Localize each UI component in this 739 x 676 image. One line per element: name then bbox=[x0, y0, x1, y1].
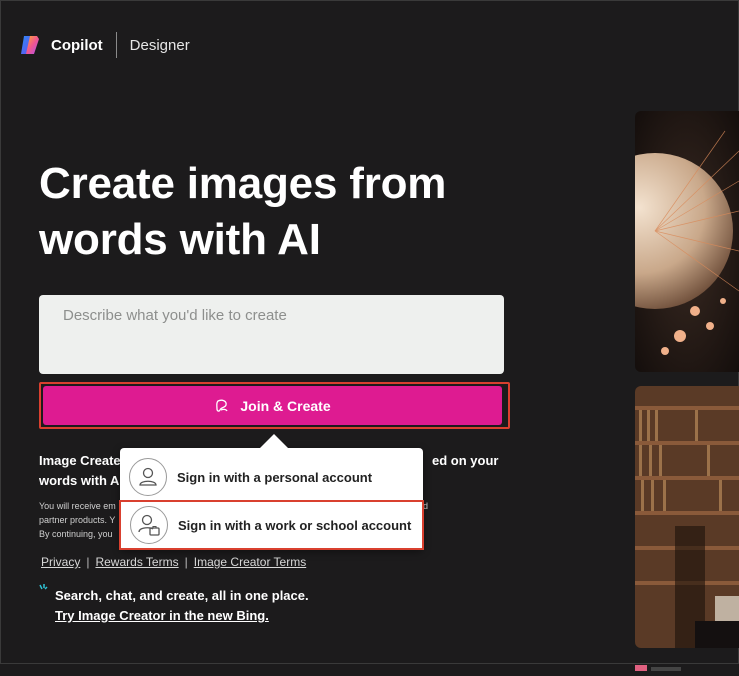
sparkle-icon bbox=[39, 584, 48, 590]
link-separator: | bbox=[86, 555, 90, 569]
signin-work-label: Sign in with a work or school account bbox=[178, 517, 412, 533]
title-line-2: words with AI bbox=[39, 215, 321, 264]
sample-image-library[interactable] bbox=[635, 386, 739, 648]
product-name: Designer bbox=[129, 36, 190, 54]
join-create-button[interactable]: Join & Create bbox=[43, 386, 502, 425]
rewards-terms-link[interactable]: Rewards Terms bbox=[95, 555, 178, 569]
info-title-left: Image Create bbox=[39, 453, 121, 468]
link-separator: | bbox=[184, 555, 188, 569]
work-account-icon bbox=[130, 506, 168, 544]
brand-header[interactable]: Copilot Designer bbox=[18, 32, 190, 58]
info-title-line2: words with A bbox=[39, 473, 120, 488]
orb-artwork bbox=[635, 111, 739, 372]
info-title-right: ed on your bbox=[432, 453, 499, 468]
library-artwork bbox=[635, 386, 739, 648]
footer-links: Privacy | Rewards Terms | Image Creator … bbox=[41, 555, 306, 569]
page-title: Create images from words with AI bbox=[39, 156, 559, 268]
sample-image-orb[interactable] bbox=[635, 111, 739, 372]
bing-promo: Search, chat, and create, all in one pla… bbox=[38, 584, 309, 626]
promo-text: Search, chat, and create, all in one pla… bbox=[55, 588, 309, 603]
signin-popup: Sign in with a personal account Sign in … bbox=[119, 434, 424, 550]
image-creator-terms-link[interactable]: Image Creator Terms bbox=[194, 555, 306, 569]
prompt-placeholder: Describe what you'd like to create bbox=[63, 307, 287, 324]
personal-account-icon bbox=[129, 458, 167, 496]
create-icon bbox=[216, 399, 228, 412]
title-line-1: Create images from bbox=[39, 159, 447, 208]
try-image-creator-link[interactable]: Try Image Creator in the new Bing. bbox=[55, 606, 309, 626]
privacy-link[interactable]: Privacy bbox=[41, 555, 80, 569]
join-create-button-highlight: Join & Create bbox=[39, 382, 510, 429]
brand-divider bbox=[115, 32, 117, 58]
sample-image-peek bbox=[635, 658, 739, 671]
copilot-logo-icon bbox=[21, 36, 39, 54]
signin-personal-option[interactable]: Sign in with a personal account bbox=[120, 452, 423, 502]
peek-artwork bbox=[635, 665, 681, 671]
brand-name: Copilot bbox=[51, 36, 103, 54]
signin-work-option[interactable]: Sign in with a work or school account bbox=[119, 500, 424, 550]
join-create-label: Join & Create bbox=[240, 397, 331, 414]
prompt-input[interactable]: Describe what you'd like to create bbox=[39, 295, 504, 374]
signin-personal-label: Sign in with a personal account bbox=[177, 469, 373, 485]
